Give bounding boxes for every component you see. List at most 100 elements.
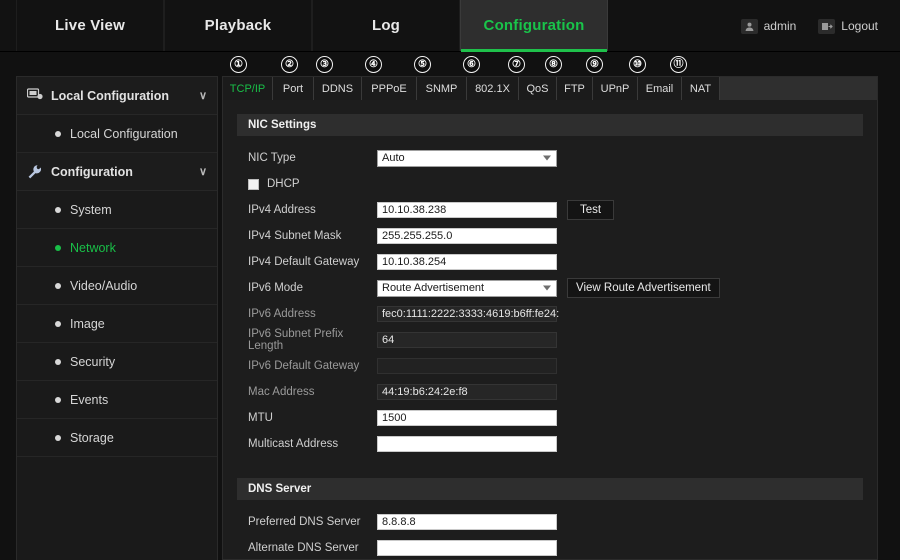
ipv4-subnet-mask-input[interactable]: 255.255.255.0	[377, 228, 557, 244]
tab-label: PPPoE	[371, 82, 407, 95]
nic-settings-header: NIC Settings	[237, 114, 863, 136]
tab-label: DDNS	[321, 82, 354, 95]
chevron-down-icon	[543, 155, 551, 161]
tab-label: QoS	[526, 82, 549, 95]
tab-label: NAT	[689, 82, 712, 95]
mac-address-label: Mac Address	[248, 386, 315, 398]
bullet-icon	[55, 206, 61, 213]
ipv4-address-input[interactable]: 10.10.38.238	[377, 202, 557, 218]
sidebar-item-image[interactable]: Image	[17, 305, 217, 343]
sidebar-item-label: Events	[70, 392, 109, 407]
tab-ddns[interactable]: DDNS	[314, 77, 362, 100]
preferred-dns-label: Preferred DNS Server	[248, 516, 361, 528]
row-ipv4-subnet-mask: IPv4 Subnet Mask 255.255.255.0	[237, 223, 863, 249]
tab-nat[interactable]: NAT	[682, 77, 720, 100]
callout-1: ①	[230, 56, 247, 73]
logout-label: Logout	[841, 19, 878, 33]
nav-tab-label: Log	[371, 17, 401, 34]
sidebar-item-label: Local Configuration	[70, 126, 178, 141]
nav-tab-live-view[interactable]: Live View	[16, 0, 164, 51]
row-ipv6-address: IPv6 Address fec0:1111:2222:3333:4619:b6…	[237, 301, 863, 327]
account-user[interactable]: admin	[737, 15, 805, 38]
nic-type-select[interactable]: Auto	[377, 149, 557, 167]
tab-tcp-ip[interactable]: TCP/IP	[223, 77, 273, 100]
row-ipv6-subnet-prefix-length: IPv6 Subnet Prefix Length 64	[237, 327, 863, 353]
ipv6-subnet-prefix-length-label: IPv6 Subnet Prefix Length	[248, 328, 344, 352]
sidebar-item-network[interactable]: Network	[17, 229, 217, 267]
tab-qos[interactable]: QoS	[519, 77, 557, 100]
nav-tab-playback[interactable]: Playback	[164, 0, 312, 51]
bullet-icon	[55, 358, 61, 365]
tab-label: TCP/IP	[229, 82, 266, 95]
tab-upnp[interactable]: UPnP	[593, 77, 638, 100]
callout-7: ⑦	[508, 56, 525, 73]
sidebar-group-configuration[interactable]: Configuration ∨	[17, 153, 217, 191]
section-title: NIC Settings	[248, 119, 317, 131]
tab-802-1x[interactable]: 802.1X	[467, 77, 519, 100]
tab-pppoe[interactable]: PPPoE	[362, 77, 417, 100]
ipv4-subnet-mask-label: IPv4 Subnet Mask	[248, 230, 342, 242]
tab-port[interactable]: Port	[273, 77, 314, 100]
chevron-down-icon[interactable]: ∨	[199, 89, 207, 102]
bullet-icon	[55, 244, 61, 251]
row-ipv6-mode: IPv6 Mode Route Advertisement View Route…	[237, 275, 863, 301]
ipv6-default-gateway-input	[377, 358, 557, 374]
dhcp-label: DHCP	[267, 178, 300, 190]
app-window: Live View Playback Log Configuration adm…	[0, 0, 900, 560]
row-preferred-dns: Preferred DNS Server 8.8.8.8	[237, 509, 863, 535]
tab-label: Email	[645, 82, 674, 95]
tab-snmp[interactable]: SNMP	[417, 77, 467, 100]
row-mac-address: Mac Address 44:19:b6:24:2e:f8	[237, 379, 863, 405]
sidebar-item-security[interactable]: Security	[17, 343, 217, 381]
dhcp-checkbox[interactable]	[248, 178, 259, 190]
sidebar-item-video-audio[interactable]: Video/Audio	[17, 267, 217, 305]
callout-annotations: ① ② ③ ④ ⑤ ⑥ ⑦ ⑧ ⑨ ⑩ ⑪	[0, 56, 900, 76]
tab-email[interactable]: Email	[638, 77, 682, 100]
section-title: DNS Server	[248, 483, 312, 495]
row-mtu: MTU 1500	[237, 405, 863, 431]
nav-tab-configuration[interactable]: Configuration	[460, 0, 608, 52]
account-user-label: admin	[763, 19, 797, 33]
view-route-advertisement-button[interactable]: View Route Advertisement	[567, 278, 720, 298]
alternate-dns-input[interactable]	[377, 540, 557, 556]
nav-tab-label: Live View	[55, 17, 125, 34]
logout-button[interactable]: Logout	[814, 15, 886, 38]
logout-icon	[818, 18, 836, 34]
nav-account-area: admin Logout	[737, 0, 886, 52]
bullet-icon	[55, 434, 61, 441]
sidebar-item-label: Video/Audio	[70, 278, 138, 293]
callout-8: ⑧	[545, 56, 562, 73]
sidebar-item-storage[interactable]: Storage	[17, 419, 217, 457]
sidebar-item-local-configuration[interactable]: Local Configuration	[17, 115, 217, 153]
chevron-down-icon[interactable]: ∨	[199, 165, 207, 178]
test-button[interactable]: Test	[567, 200, 615, 220]
bullet-icon	[55, 130, 61, 137]
nav-tab-label: Configuration	[483, 17, 585, 34]
sidebar-item-system[interactable]: System	[17, 191, 217, 229]
callout-10: ⑩	[629, 56, 646, 73]
mtu-input[interactable]: 1500	[377, 410, 557, 426]
dns-server-form: Preferred DNS Server 8.8.8.8 Alternate D…	[223, 509, 877, 560]
preferred-dns-input[interactable]: 8.8.8.8	[377, 514, 557, 530]
content-panel: TCP/IP Port DDNS PPPoE SNMP 802.1X QoS F…	[222, 76, 878, 560]
mtu-label: MTU	[248, 412, 273, 424]
sidebar-item-label: Network	[70, 240, 116, 255]
sidebar-item-events[interactable]: Events	[17, 381, 217, 419]
multicast-address-input[interactable]	[377, 436, 557, 452]
bullet-icon	[55, 320, 61, 327]
ipv4-default-gateway-input[interactable]: 10.10.38.254	[377, 254, 557, 270]
sidebar-item-label: Storage	[70, 430, 114, 445]
bullet-icon	[55, 396, 61, 403]
sidebar: Local Configuration ∨ Local Configuratio…	[16, 76, 218, 560]
sidebar-group-label: Configuration	[51, 164, 133, 179]
tab-ftp[interactable]: FTP	[557, 77, 593, 100]
sidebar-group-local-configuration[interactable]: Local Configuration ∨	[17, 77, 217, 115]
row-ipv4-address: IPv4 Address 10.10.38.238 Test	[237, 197, 863, 223]
ipv6-default-gateway-label: IPv6 Default Gateway	[248, 360, 360, 372]
user-icon	[740, 18, 758, 34]
ipv6-mode-select[interactable]: Route Advertisement	[377, 279, 557, 297]
network-subtab-bar: TCP/IP Port DDNS PPPoE SNMP 802.1X QoS F…	[223, 77, 877, 100]
nav-tab-label: Playback	[204, 17, 272, 34]
nav-tab-log[interactable]: Log	[312, 0, 460, 51]
bullet-icon	[55, 282, 61, 289]
